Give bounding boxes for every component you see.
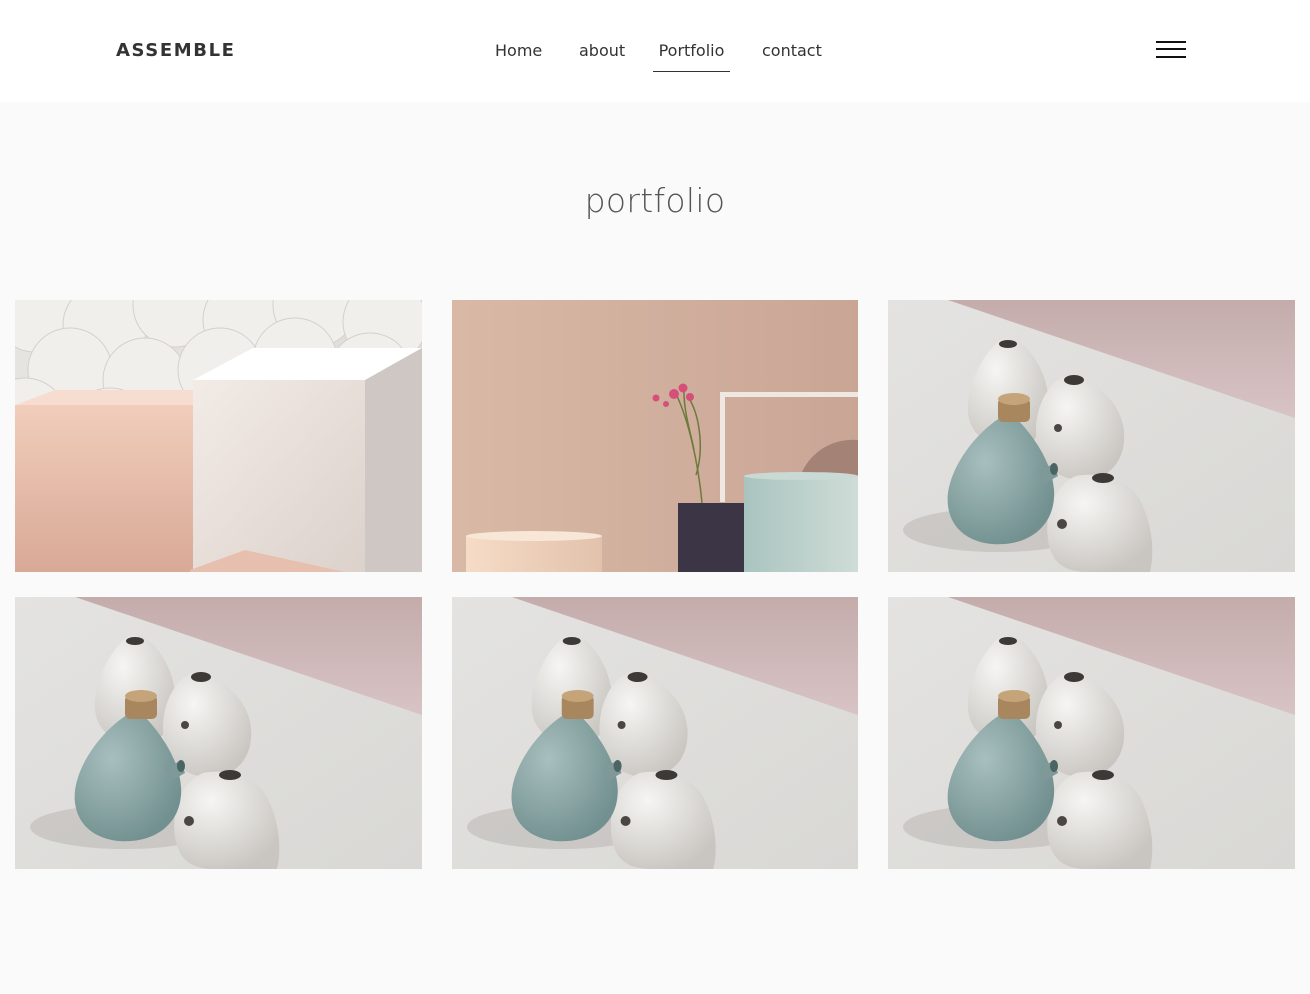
nav-portfolio-link[interactable]: Portfolio — [653, 38, 730, 64]
nav-active-indicator — [653, 71, 730, 72]
hamburger-line — [1156, 48, 1186, 50]
main-nav: Home about Portfolio contact — [0, 0, 1310, 102]
gallery-item-6[interactable] — [888, 597, 1295, 869]
nav-home-link[interactable]: Home — [495, 38, 542, 64]
gallery-item-5[interactable] — [452, 597, 858, 869]
gallery-image-boxes — [15, 300, 422, 572]
page-title: portfolio — [584, 181, 726, 220]
gallery-image-vases — [888, 597, 1295, 869]
site-header: ASSEMBLE Home about Portfolio contact — [0, 0, 1310, 102]
gallery-item-3[interactable] — [888, 300, 1295, 572]
gallery-image-vases — [452, 597, 858, 869]
hamburger-line — [1156, 41, 1186, 43]
gallery-image-vases — [888, 300, 1295, 572]
gallery-image-podiums — [452, 300, 858, 572]
nav-contact-link[interactable]: contact — [762, 38, 822, 64]
gallery-item-1[interactable] — [15, 300, 422, 572]
hamburger-menu-icon[interactable] — [1156, 39, 1186, 61]
gallery-item-4[interactable] — [15, 597, 422, 869]
hamburger-line — [1156, 56, 1186, 58]
nav-about-link[interactable]: about — [579, 38, 625, 64]
gallery-image-vases — [15, 597, 422, 869]
gallery-item-2[interactable] — [452, 300, 858, 572]
